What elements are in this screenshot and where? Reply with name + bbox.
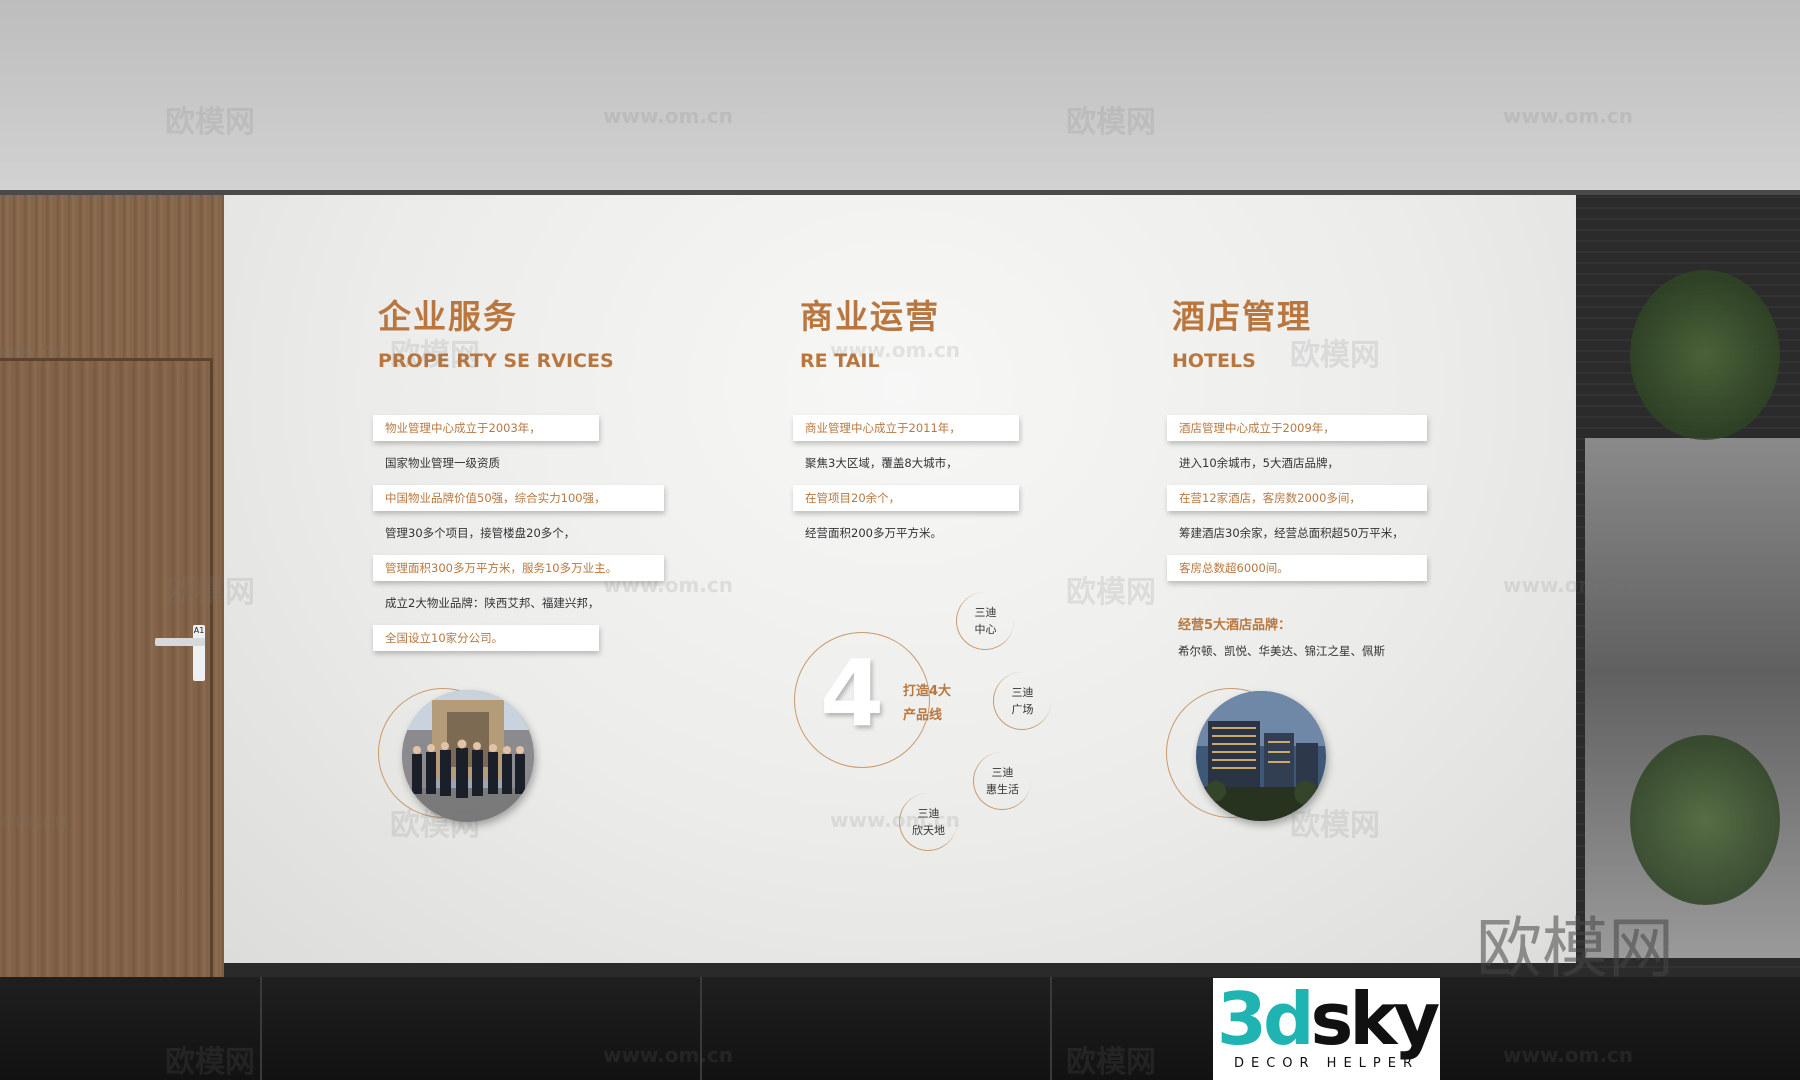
info-card: 在管项目20余个， bbox=[793, 485, 1019, 511]
brands-heading: 经营5大酒店品牌： bbox=[1178, 618, 1292, 633]
product-line-count: 4 bbox=[820, 640, 885, 747]
product-bubble: 三迪 惠生活 bbox=[973, 752, 1031, 810]
info-card: 在营12家酒店，客房数2000多间， bbox=[1167, 485, 1427, 511]
floor-joint bbox=[1050, 977, 1052, 1080]
watermark-brand: 欧模网 bbox=[1066, 105, 1156, 140]
info-line: 聚焦3大区域，覆盖8大城市， bbox=[805, 456, 958, 470]
3dsky-logo: 3dsky DECOR HELPER bbox=[1213, 978, 1440, 1080]
watermark-url: om.cn bbox=[0, 338, 69, 362]
product-bubble: 三迪 广场 bbox=[993, 672, 1051, 730]
watermark-brand: 欧模网 bbox=[390, 338, 480, 373]
plant-top bbox=[1630, 270, 1780, 440]
watermark-brand: 欧模网 bbox=[165, 575, 255, 610]
info-line: 经营面积200多万平方米。 bbox=[805, 526, 942, 540]
info-line: 管理30多个项目，接管楼盘20多个， bbox=[385, 526, 576, 540]
info-card: 中国物业品牌价值50强，综合实力100强， bbox=[373, 485, 664, 511]
watermark-url: om.cn bbox=[0, 808, 69, 832]
info-card: 物业管理中心成立于2003年， bbox=[373, 415, 599, 441]
watermark-url: www.om.cn bbox=[1503, 104, 1634, 128]
watermark-brand: 欧模网 bbox=[390, 808, 480, 843]
brands-list: 希尔顿、凯悦、华美达、锦江之星、佩斯 bbox=[1178, 644, 1385, 658]
door-tag: A1 bbox=[193, 626, 205, 635]
logo-sky: sky bbox=[1310, 977, 1440, 1061]
watermark-url: www.om.cn bbox=[603, 104, 734, 128]
floor-joint bbox=[260, 977, 262, 1080]
info-line: 成立2大物业品牌：陕西艾邦、福建兴邦， bbox=[385, 596, 600, 610]
door[interactable] bbox=[0, 358, 213, 978]
door-handle[interactable] bbox=[155, 638, 205, 646]
info-line: 进入10余城市，5大酒店品牌， bbox=[1179, 456, 1339, 470]
watermark-url: www.om.cn bbox=[830, 338, 961, 362]
watermark-brand: 欧模网 bbox=[1290, 808, 1380, 843]
watermark-url: www.om.cn bbox=[1503, 1043, 1634, 1067]
watermark-url: www.om.cn bbox=[603, 1043, 734, 1067]
info-card: 商业管理中心成立于2011年， bbox=[793, 415, 1019, 441]
watermark-brand: 欧模网 bbox=[1290, 338, 1380, 373]
watermark-url: www.om.cn bbox=[1503, 573, 1634, 597]
product-line-label: 打造4大 产品线 bbox=[903, 684, 952, 723]
logo-3d: 3d bbox=[1216, 977, 1315, 1061]
logo-subtitle: DECOR HELPER bbox=[1233, 1056, 1420, 1071]
watermark-brand: 欧模网 bbox=[1066, 575, 1156, 610]
watermark-brand: 欧模网 bbox=[165, 1045, 255, 1080]
watermark-brand: 欧模网 bbox=[165, 105, 255, 140]
ceiling bbox=[0, 0, 1800, 193]
watermark-brand: 欧模网 bbox=[1066, 1045, 1156, 1080]
info-card: 全国设立10家分公司。 bbox=[373, 625, 599, 651]
watermark-url: www.om.cn bbox=[830, 808, 961, 832]
watermark-url: www.om.cn bbox=[603, 573, 734, 597]
info-line: 国家物业管理一级资质 bbox=[385, 456, 500, 470]
product-bubble: 三迪 中心 bbox=[956, 592, 1014, 650]
watermark-brand-large: 欧模网 bbox=[1476, 910, 1674, 987]
column-title: 商业运营 bbox=[800, 297, 940, 336]
info-card: 酒店管理中心成立于2009年， bbox=[1167, 415, 1427, 441]
plant-bottom bbox=[1630, 735, 1780, 905]
info-card: 客房总数超6000间。 bbox=[1167, 555, 1427, 581]
info-line: 筹建酒店30余家，经营总面积超50万平米， bbox=[1179, 526, 1404, 540]
